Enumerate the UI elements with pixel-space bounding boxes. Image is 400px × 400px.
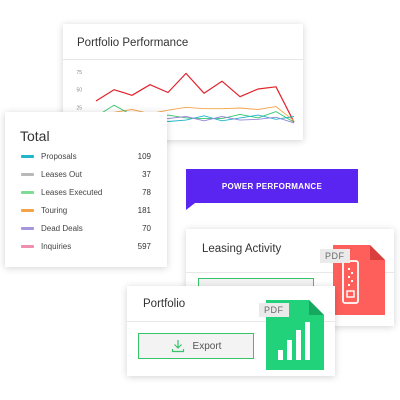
legend-label: Proposals (41, 152, 77, 161)
legend-label: Inquiries (41, 242, 72, 251)
total-title: Total (20, 128, 50, 144)
export-button[interactable]: Export (138, 333, 254, 359)
download-icon (171, 340, 184, 353)
legend-label: Leases Out (41, 170, 82, 179)
leasing-activity-title: Leasing Activity (202, 243, 282, 255)
legend-item-dead-deals: Dead Deals 70 (21, 222, 151, 236)
legend-count: 597 (137, 242, 151, 251)
legend-swatch (21, 245, 34, 248)
legend-item-leases-executed: Leases Executed 78 (21, 186, 151, 200)
banner-notch (186, 203, 195, 210)
legend-count: 109 (137, 152, 151, 161)
legend-label: Dead Deals (41, 224, 83, 233)
pdf-chart-icon[interactable]: PDF (258, 300, 324, 370)
legend-label: Touring (41, 206, 68, 215)
legend-item-touring: Touring 181 (21, 204, 151, 218)
pdf-tag: PDF (259, 303, 289, 317)
legend-item-proposals: Proposals 109 (21, 150, 151, 164)
legend-swatch (21, 227, 34, 230)
legend-count: 181 (137, 206, 151, 215)
total-card: Total Proposals 109 Leases Out 37 Leases… (5, 112, 167, 267)
y-tick-label: 50 (76, 88, 82, 94)
export-label: Export (192, 340, 222, 352)
legend-swatch (21, 209, 34, 212)
legend-item-leases-out: Leases Out 37 (21, 168, 151, 182)
legend-label: Leases Executed (41, 188, 103, 197)
legend-swatch (21, 173, 34, 176)
pdf-tag: PDF (320, 249, 350, 263)
portfolio-title: Portfolio (143, 298, 186, 310)
y-tick-label: 75 (76, 70, 82, 76)
legend-count: 37 (142, 170, 151, 179)
legend-count: 78 (142, 188, 151, 197)
y-tick-label: 25 (76, 105, 82, 111)
legend-count: 70 (142, 224, 151, 233)
power-performance-banner[interactable]: POWER PERFORMANCE (186, 169, 358, 203)
legend-swatch (21, 191, 34, 194)
legend-item-inquiries: Inquiries 597 (21, 240, 151, 254)
legend-swatch (21, 155, 34, 158)
